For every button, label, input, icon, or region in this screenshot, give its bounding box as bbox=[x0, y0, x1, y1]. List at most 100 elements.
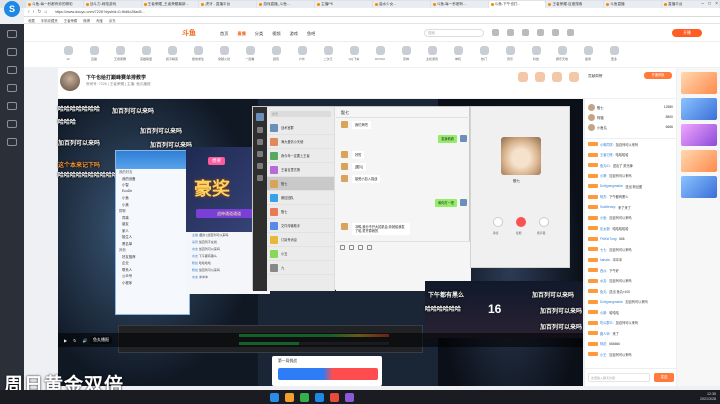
chat-list-item[interactable]: 九 bbox=[267, 261, 334, 275]
chat-list-item[interactable]: 王者百里玄策 bbox=[267, 163, 334, 177]
category-item[interactable]: 英雄联盟 bbox=[136, 42, 156, 67]
category-item[interactable]: 二次元 bbox=[318, 42, 338, 67]
browser-tab[interactable]: 斗鱼-每一秒都有你的精彩 bbox=[26, 1, 83, 8]
chat-username[interactable]: 小王: bbox=[600, 352, 607, 357]
maximize-icon[interactable]: □ bbox=[708, 1, 711, 7]
follow-icon[interactable] bbox=[507, 29, 514, 36]
category-item[interactable]: 颜值 bbox=[266, 42, 286, 67]
chat-username[interactable]: 七七: bbox=[600, 247, 607, 252]
mute-button[interactable] bbox=[493, 217, 503, 227]
sidebar-icon[interactable] bbox=[7, 66, 17, 74]
browser-tab[interactable]: 斗鱼直播 bbox=[604, 1, 662, 8]
chat-username[interactable]: 路人甲: bbox=[600, 331, 610, 336]
browser-tab[interactable]: 王者荣耀-百度搜索 bbox=[546, 1, 604, 8]
explorer-icon[interactable] bbox=[285, 392, 294, 402]
play-icon[interactable]: ▶ bbox=[64, 338, 67, 343]
search-input[interactable]: 搜索 bbox=[424, 29, 484, 37]
chat-username[interactable]: 小鱼: bbox=[600, 215, 607, 220]
open-live-button[interactable]: 开播 bbox=[672, 29, 702, 37]
wechat-icon[interactable] bbox=[300, 392, 309, 402]
chat-username[interactable]: 阿花: bbox=[600, 341, 607, 346]
emoji-icon[interactable] bbox=[340, 245, 345, 250]
share-icon[interactable] bbox=[535, 72, 545, 82]
browser-tab[interactable]: 战斗力-网络游戏 bbox=[83, 1, 141, 8]
chat-icon[interactable] bbox=[257, 127, 263, 133]
chat-history-icon[interactable] bbox=[367, 245, 372, 250]
minimize-icon[interactable]: – bbox=[701, 1, 704, 7]
chat-input[interactable]: 这里输入聊天内容 bbox=[588, 373, 650, 382]
category-item[interactable]: 原神 bbox=[396, 42, 416, 67]
noble-button[interactable]: 开通贵族 bbox=[644, 72, 672, 79]
browser-tab[interactable]: 斗鱼-每一秒都有... bbox=[430, 1, 488, 8]
category-item[interactable]: 和平精英 bbox=[162, 42, 182, 67]
avatar[interactable] bbox=[256, 113, 264, 121]
chat-username[interactable]: 吃瓜群众: bbox=[600, 320, 614, 325]
favorites-icon[interactable] bbox=[257, 151, 263, 157]
chat-list-item[interactable]: 小丑 bbox=[267, 247, 334, 261]
wechat-search-input[interactable]: 搜索 bbox=[270, 111, 331, 117]
category-item[interactable]: 更多 bbox=[604, 42, 624, 67]
rank-row[interactable]: 阿福 8800 bbox=[588, 112, 673, 122]
category-item[interactable]: 音乐 bbox=[500, 42, 520, 67]
nav-item[interactable]: 鱼吧 bbox=[307, 31, 315, 37]
category-item[interactable]: 热门 bbox=[474, 42, 494, 67]
chat-username[interactable]: hahala: bbox=[600, 258, 610, 262]
system-clock[interactable]: 12:35 2021/3/28 bbox=[700, 392, 716, 401]
chat-list-item[interactable]: 骰七 bbox=[267, 205, 334, 219]
category-item[interactable]: 直播 bbox=[84, 42, 104, 67]
chat-username[interactable]: 鱼丸01: bbox=[600, 163, 611, 168]
chat-send-button[interactable]: 发送 bbox=[654, 373, 674, 382]
category-item[interactable]: 单机 bbox=[448, 42, 468, 67]
client-icon[interactable] bbox=[569, 72, 579, 82]
chat-username[interactable]: Subliterary: bbox=[600, 205, 616, 209]
chat-username[interactable]: 鱼丸: bbox=[600, 289, 607, 294]
home-icon[interactable]: ⌂ bbox=[45, 9, 48, 15]
category-item[interactable]: 12 bbox=[58, 42, 78, 67]
rank-row[interactable]: 骰七 12580 bbox=[588, 102, 673, 112]
app-icon[interactable] bbox=[330, 392, 339, 402]
avatar[interactable] bbox=[567, 29, 574, 36]
task-icon[interactable] bbox=[552, 29, 559, 36]
activity-banner[interactable] bbox=[680, 150, 717, 172]
bookmark-item[interactable]: 手机收藏夹 bbox=[41, 18, 58, 23]
message-icon[interactable] bbox=[537, 29, 544, 36]
chat-username[interactable]: 小葵: bbox=[600, 173, 607, 178]
browser-icon[interactable] bbox=[315, 392, 324, 402]
chat-username[interactable]: 西瓜: bbox=[600, 268, 607, 273]
sidebar-icon[interactable] bbox=[7, 30, 17, 38]
chat-username[interactable]: FMKeiTung: bbox=[600, 237, 617, 241]
category-item[interactable]: 娱乐天地 bbox=[552, 42, 572, 67]
sidebar-icon[interactable] bbox=[7, 138, 17, 146]
nav-item[interactable]: 游戏 bbox=[290, 31, 298, 37]
back-icon[interactable]: ‹ bbox=[28, 9, 30, 15]
chat-username[interactable]: 阿杰: bbox=[600, 194, 607, 199]
refresh-icon[interactable]: ↻ bbox=[37, 9, 41, 15]
hangup-button[interactable] bbox=[516, 217, 526, 227]
activity-banner[interactable] bbox=[680, 176, 717, 198]
bookmark-item[interactable]: 收藏 bbox=[28, 18, 35, 23]
url-input[interactable]: https://www.douyu.com/7226?dyshid=0-f6d6… bbox=[55, 10, 205, 14]
moments-icon[interactable] bbox=[257, 175, 263, 181]
bookmark-item[interactable]: 微博 bbox=[83, 18, 90, 23]
video-call-window[interactable]: 骰七 静音 挂断 扬声器 bbox=[470, 106, 570, 268]
start-icon[interactable] bbox=[270, 392, 279, 402]
activity-banner[interactable] bbox=[680, 124, 717, 146]
rank-title[interactable]: 贡献周榜 bbox=[588, 74, 602, 79]
chat-username[interactable]: 水友: bbox=[600, 278, 607, 283]
scissors-icon[interactable] bbox=[358, 245, 363, 250]
category-item[interactable]: 主机游戏 bbox=[422, 42, 442, 67]
sidebar-icon[interactable] bbox=[7, 120, 17, 128]
report-icon[interactable] bbox=[552, 72, 562, 82]
category-item[interactable]: 绝地求生 bbox=[188, 42, 208, 67]
chat-list-item[interactable]: 海大爱情小天使 bbox=[267, 135, 334, 149]
category-item[interactable]: 户外 bbox=[292, 42, 312, 67]
sogou-browser-logo[interactable]: S bbox=[4, 1, 20, 17]
chat-username[interactable]: 小新: bbox=[600, 310, 607, 315]
chat-username[interactable]: 灰太狼: bbox=[600, 226, 610, 231]
browser-tab[interactable]: 斗鱼-下午也打... bbox=[488, 1, 546, 8]
qq-contact-window[interactable]: 我的好友 我的设备 小智 EcoDir 小鱼 小美 群聊 同事 朋友 家人 陌生人 黑名单 其他 好友推荐… bbox=[115, 150, 190, 315]
activity-banner[interactable] bbox=[680, 72, 717, 94]
chat-username[interactable]: 小明同学: bbox=[600, 142, 614, 147]
bookmark-item[interactable]: 淘宝 bbox=[96, 18, 103, 23]
category-item[interactable]: 一起看 bbox=[240, 42, 260, 67]
